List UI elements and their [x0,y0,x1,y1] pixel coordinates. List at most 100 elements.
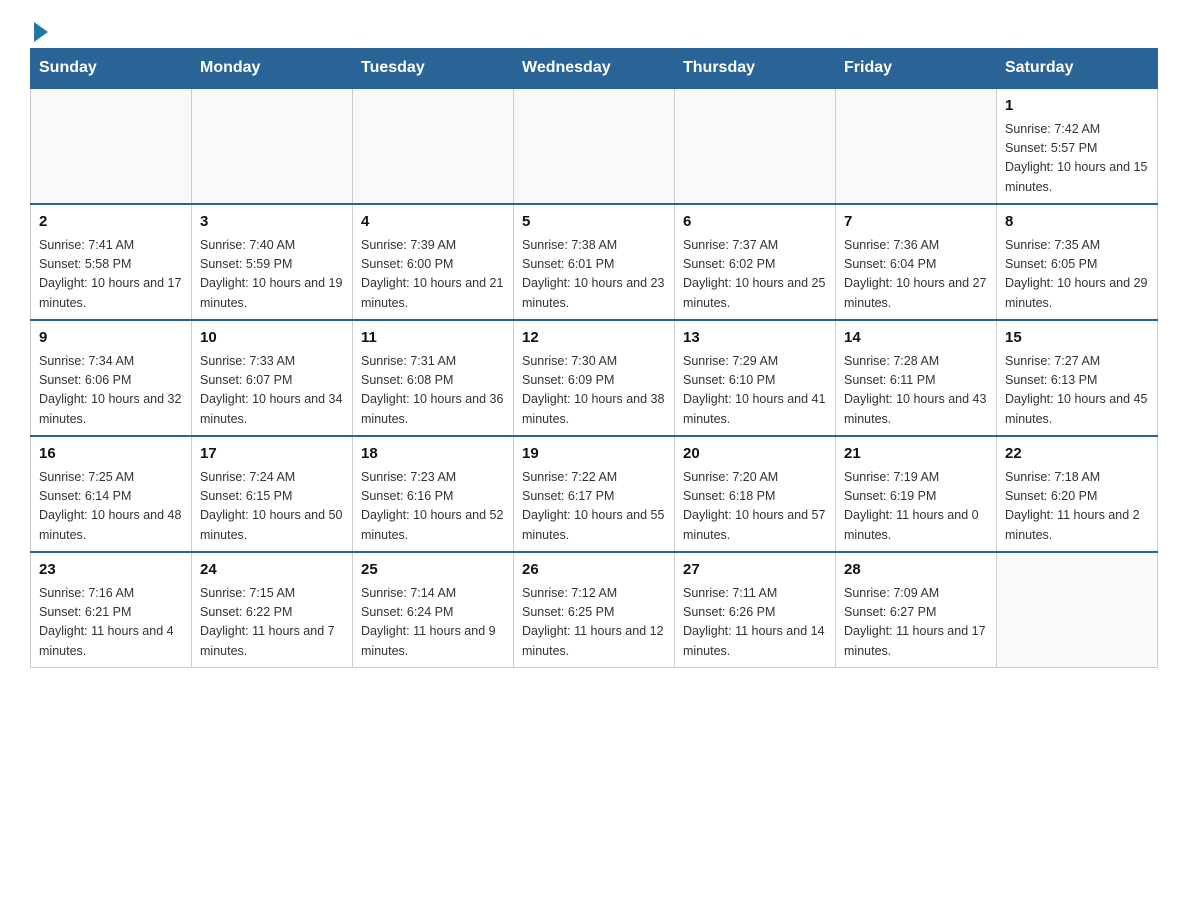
day-number: 15 [1005,327,1149,350]
day-info: Sunrise: 7:40 AM Sunset: 5:59 PM Dayligh… [200,236,344,314]
day-info: Sunrise: 7:34 AM Sunset: 6:06 PM Dayligh… [39,352,183,430]
day-of-week-monday: Monday [192,49,353,89]
calendar-cell: 23Sunrise: 7:16 AM Sunset: 6:21 PM Dayli… [31,552,192,668]
week-row-1: 2Sunrise: 7:41 AM Sunset: 5:58 PM Daylig… [31,204,1158,320]
day-number: 23 [39,559,183,582]
day-number: 27 [683,559,827,582]
calendar-cell [192,88,353,204]
day-of-week-saturday: Saturday [997,49,1158,89]
calendar-cell: 28Sunrise: 7:09 AM Sunset: 6:27 PM Dayli… [836,552,997,668]
day-number: 1 [1005,95,1149,118]
day-info: Sunrise: 7:11 AM Sunset: 6:26 PM Dayligh… [683,584,827,662]
day-of-week-thursday: Thursday [675,49,836,89]
day-info: Sunrise: 7:35 AM Sunset: 6:05 PM Dayligh… [1005,236,1149,314]
calendar-cell: 14Sunrise: 7:28 AM Sunset: 6:11 PM Dayli… [836,320,997,436]
calendar-cell: 8Sunrise: 7:35 AM Sunset: 6:05 PM Daylig… [997,204,1158,320]
calendar-cell [675,88,836,204]
day-info: Sunrise: 7:30 AM Sunset: 6:09 PM Dayligh… [522,352,666,430]
day-number: 5 [522,211,666,234]
day-info: Sunrise: 7:23 AM Sunset: 6:16 PM Dayligh… [361,468,505,546]
logo-arrow-icon [34,22,48,42]
week-row-4: 23Sunrise: 7:16 AM Sunset: 6:21 PM Dayli… [31,552,1158,668]
calendar-cell: 21Sunrise: 7:19 AM Sunset: 6:19 PM Dayli… [836,436,997,552]
week-row-3: 16Sunrise: 7:25 AM Sunset: 6:14 PM Dayli… [31,436,1158,552]
day-info: Sunrise: 7:24 AM Sunset: 6:15 PM Dayligh… [200,468,344,546]
logo [30,20,48,38]
day-info: Sunrise: 7:36 AM Sunset: 6:04 PM Dayligh… [844,236,988,314]
day-number: 22 [1005,443,1149,466]
calendar-header: SundayMondayTuesdayWednesdayThursdayFrid… [31,49,1158,89]
day-number: 4 [361,211,505,234]
day-info: Sunrise: 7:12 AM Sunset: 6:25 PM Dayligh… [522,584,666,662]
day-info: Sunrise: 7:20 AM Sunset: 6:18 PM Dayligh… [683,468,827,546]
day-number: 14 [844,327,988,350]
page-header [30,20,1158,38]
calendar-cell: 13Sunrise: 7:29 AM Sunset: 6:10 PM Dayli… [675,320,836,436]
day-info: Sunrise: 7:38 AM Sunset: 6:01 PM Dayligh… [522,236,666,314]
day-number: 6 [683,211,827,234]
day-number: 18 [361,443,505,466]
day-number: 19 [522,443,666,466]
day-info: Sunrise: 7:41 AM Sunset: 5:58 PM Dayligh… [39,236,183,314]
calendar-cell: 26Sunrise: 7:12 AM Sunset: 6:25 PM Dayli… [514,552,675,668]
calendar-cell: 15Sunrise: 7:27 AM Sunset: 6:13 PM Dayli… [997,320,1158,436]
day-number: 20 [683,443,827,466]
calendar-cell: 11Sunrise: 7:31 AM Sunset: 6:08 PM Dayli… [353,320,514,436]
calendar-cell [997,552,1158,668]
day-info: Sunrise: 7:09 AM Sunset: 6:27 PM Dayligh… [844,584,988,662]
calendar-cell: 16Sunrise: 7:25 AM Sunset: 6:14 PM Dayli… [31,436,192,552]
calendar-cell: 12Sunrise: 7:30 AM Sunset: 6:09 PM Dayli… [514,320,675,436]
day-info: Sunrise: 7:22 AM Sunset: 6:17 PM Dayligh… [522,468,666,546]
day-number: 12 [522,327,666,350]
day-number: 2 [39,211,183,234]
calendar-cell: 5Sunrise: 7:38 AM Sunset: 6:01 PM Daylig… [514,204,675,320]
calendar-cell: 27Sunrise: 7:11 AM Sunset: 6:26 PM Dayli… [675,552,836,668]
day-number: 17 [200,443,344,466]
day-number: 28 [844,559,988,582]
day-number: 8 [1005,211,1149,234]
calendar-cell: 3Sunrise: 7:40 AM Sunset: 5:59 PM Daylig… [192,204,353,320]
day-info: Sunrise: 7:42 AM Sunset: 5:57 PM Dayligh… [1005,120,1149,198]
calendar-cell: 20Sunrise: 7:20 AM Sunset: 6:18 PM Dayli… [675,436,836,552]
day-info: Sunrise: 7:15 AM Sunset: 6:22 PM Dayligh… [200,584,344,662]
calendar-cell: 7Sunrise: 7:36 AM Sunset: 6:04 PM Daylig… [836,204,997,320]
day-number: 24 [200,559,344,582]
calendar-cell [836,88,997,204]
calendar-cell: 4Sunrise: 7:39 AM Sunset: 6:00 PM Daylig… [353,204,514,320]
calendar-cell [353,88,514,204]
day-info: Sunrise: 7:25 AM Sunset: 6:14 PM Dayligh… [39,468,183,546]
day-info: Sunrise: 7:16 AM Sunset: 6:21 PM Dayligh… [39,584,183,662]
calendar-cell: 24Sunrise: 7:15 AM Sunset: 6:22 PM Dayli… [192,552,353,668]
day-number: 3 [200,211,344,234]
day-info: Sunrise: 7:18 AM Sunset: 6:20 PM Dayligh… [1005,468,1149,546]
day-number: 25 [361,559,505,582]
calendar-cell: 18Sunrise: 7:23 AM Sunset: 6:16 PM Dayli… [353,436,514,552]
calendar-cell [31,88,192,204]
calendar-cell: 19Sunrise: 7:22 AM Sunset: 6:17 PM Dayli… [514,436,675,552]
day-number: 9 [39,327,183,350]
day-of-week-tuesday: Tuesday [353,49,514,89]
day-info: Sunrise: 7:29 AM Sunset: 6:10 PM Dayligh… [683,352,827,430]
day-info: Sunrise: 7:33 AM Sunset: 6:07 PM Dayligh… [200,352,344,430]
day-info: Sunrise: 7:19 AM Sunset: 6:19 PM Dayligh… [844,468,988,546]
week-row-0: 1Sunrise: 7:42 AM Sunset: 5:57 PM Daylig… [31,88,1158,204]
calendar-cell: 2Sunrise: 7:41 AM Sunset: 5:58 PM Daylig… [31,204,192,320]
calendar-cell: 9Sunrise: 7:34 AM Sunset: 6:06 PM Daylig… [31,320,192,436]
day-info: Sunrise: 7:27 AM Sunset: 6:13 PM Dayligh… [1005,352,1149,430]
day-info: Sunrise: 7:37 AM Sunset: 6:02 PM Dayligh… [683,236,827,314]
calendar-cell: 25Sunrise: 7:14 AM Sunset: 6:24 PM Dayli… [353,552,514,668]
day-of-week-wednesday: Wednesday [514,49,675,89]
day-number: 21 [844,443,988,466]
day-number: 13 [683,327,827,350]
calendar-body: 1Sunrise: 7:42 AM Sunset: 5:57 PM Daylig… [31,88,1158,668]
day-number: 11 [361,327,505,350]
day-of-week-sunday: Sunday [31,49,192,89]
calendar-cell: 22Sunrise: 7:18 AM Sunset: 6:20 PM Dayli… [997,436,1158,552]
calendar-cell: 1Sunrise: 7:42 AM Sunset: 5:57 PM Daylig… [997,88,1158,204]
day-info: Sunrise: 7:28 AM Sunset: 6:11 PM Dayligh… [844,352,988,430]
calendar-cell [514,88,675,204]
day-of-week-friday: Friday [836,49,997,89]
day-number: 10 [200,327,344,350]
calendar-table: SundayMondayTuesdayWednesdayThursdayFrid… [30,48,1158,668]
day-info: Sunrise: 7:39 AM Sunset: 6:00 PM Dayligh… [361,236,505,314]
